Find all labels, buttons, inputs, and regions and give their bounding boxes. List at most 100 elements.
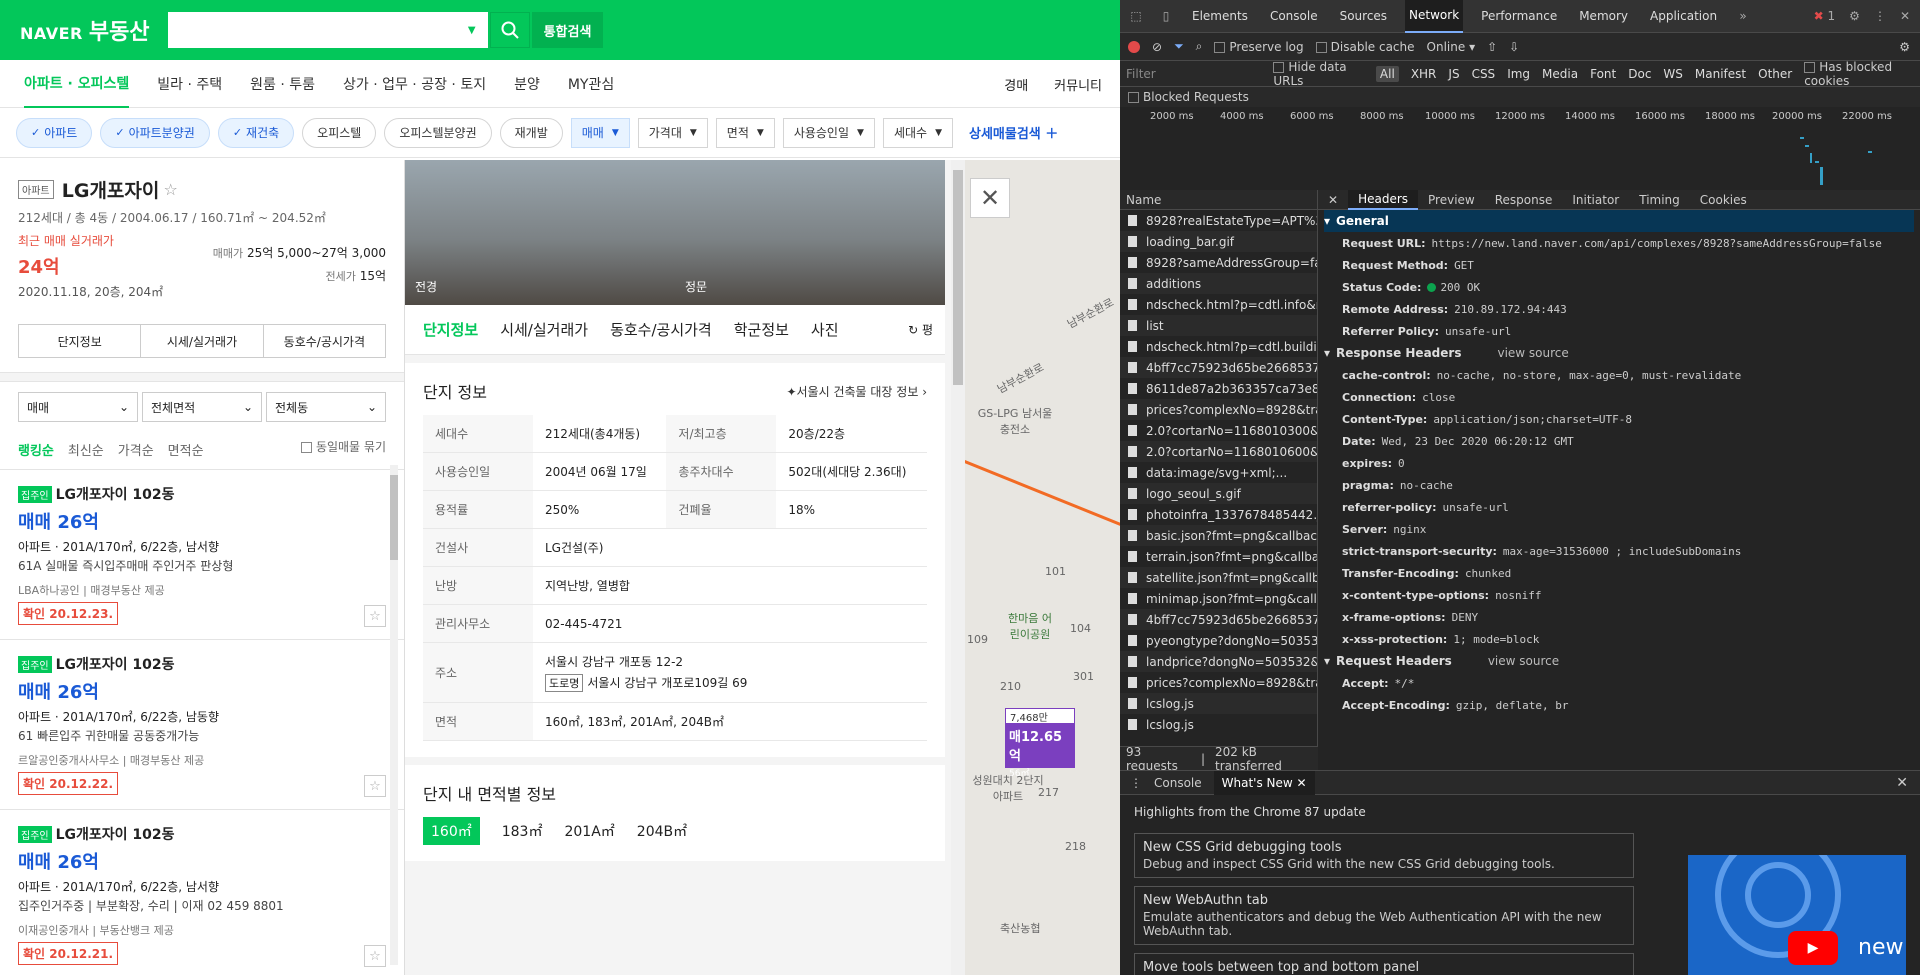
request-row[interactable]: satellite.json?fmt=png&callba: [1120, 567, 1317, 588]
request-row[interactable]: lcslog.js: [1120, 714, 1317, 735]
request-row[interactable]: pyeongtype?dongNo=503532: [1120, 630, 1317, 651]
type-filter-img[interactable]: Img: [1507, 67, 1530, 81]
tab-school[interactable]: 학군정보: [734, 319, 789, 340]
map-view[interactable]: ✕ 남부순환로 남부순환로 GS-LPG 남서울충전소 101 104 한마음 …: [965, 160, 1120, 975]
close-details-icon[interactable]: ✕: [1318, 190, 1348, 210]
site-logo[interactable]: NAVER 부동산: [20, 14, 150, 46]
type-filter-font[interactable]: Font: [1590, 67, 1616, 81]
request-row[interactable]: prices?complexNo=8928&tra: [1120, 672, 1317, 693]
favorite-star-icon[interactable]: ☆: [364, 605, 386, 627]
building-ledger-link[interactable]: ✦서울시 건축물 대장 정보 ›: [786, 383, 927, 400]
tab-cookies[interactable]: Cookies: [1690, 190, 1757, 210]
tab-network[interactable]: Network: [1405, 0, 1464, 33]
chip-apartment[interactable]: 아파트: [16, 117, 93, 148]
request-row[interactable]: 2.0?cortarNo=1168010600&z: [1120, 441, 1317, 462]
close-icon[interactable]: ✕: [970, 178, 1010, 218]
request-row[interactable]: 4bff7cc75923d65be26685378: [1120, 357, 1317, 378]
search-input[interactable]: ▼: [167, 12, 488, 48]
tab-initiator[interactable]: Initiator: [1562, 190, 1629, 210]
tab-console[interactable]: Console: [1266, 0, 1322, 33]
listing-scrollbar[interactable]: [390, 465, 398, 965]
search-icon[interactable]: ⌕: [1196, 39, 1203, 54]
chip-redevelop[interactable]: 재개발: [499, 117, 563, 148]
sort-price[interactable]: 가격순: [118, 440, 154, 459]
same-listing-toggle[interactable]: 동일매물 묶기: [300, 438, 386, 455]
select-trade[interactable]: 매매 ⌄: [18, 392, 138, 422]
filter-input[interactable]: Filter: [1126, 67, 1261, 81]
type-filter-doc[interactable]: Doc: [1628, 67, 1651, 81]
search-button[interactable]: [489, 12, 530, 48]
tab-apartment[interactable]: 아파트 · 오피스텔: [24, 60, 130, 108]
record-icon[interactable]: [1128, 40, 1140, 53]
network-timeline[interactable]: 2000 ms 4000 ms 6000 ms 8000 ms 10000 ms…: [1120, 107, 1920, 199]
request-row[interactable]: photoinfra_1337678485442.jpg: [1120, 504, 1317, 525]
tab-unit-price[interactable]: 동호수/공시가격: [610, 319, 712, 340]
tab-commercial[interactable]: 상가 · 업무 · 공장 · 토지: [343, 60, 486, 108]
detail-scrollbar[interactable]: [951, 160, 965, 975]
unit-price-button[interactable]: 동호수/공시가격: [264, 325, 385, 357]
type-filter-css[interactable]: CSS: [1472, 67, 1496, 81]
tab-pyeong[interactable]: ↻ 평: [908, 321, 933, 338]
community-link[interactable]: 커뮤니티: [1054, 75, 1102, 94]
tab-villa[interactable]: 빌라 · 주택: [157, 60, 222, 108]
request-row[interactable]: minimap.json?fmt=png&callb: [1120, 588, 1317, 609]
tab-application[interactable]: Application: [1646, 0, 1721, 33]
chip-apt-presale[interactable]: 아파트분양권: [100, 117, 210, 148]
favorite-star-icon[interactable]: ☆: [364, 775, 386, 797]
error-badge[interactable]: ✖ 1: [1814, 9, 1836, 23]
size-tab[interactable]: 160㎡: [423, 817, 480, 845]
scrollbar-thumb[interactable]: [953, 170, 963, 385]
request-row[interactable]: ndscheck.html?p=cdtl.buildin: [1120, 336, 1317, 357]
clear-icon[interactable]: ⊘: [1152, 40, 1162, 54]
whats-new-item[interactable]: New CSS Grid debugging tools Debug and in…: [1134, 833, 1634, 878]
kebab-menu-icon[interactable]: ⋮: [1874, 9, 1886, 23]
map-price-marker[interactable]: 7,468만 매12.65억 56㎡: [1005, 708, 1075, 779]
price-history-button[interactable]: 시세/실거래가: [141, 325, 264, 357]
device-toolbar-icon[interactable]: ▯: [1158, 8, 1174, 24]
star-icon[interactable]: ☆: [164, 180, 178, 199]
tab-timing[interactable]: Timing: [1629, 190, 1690, 210]
listing-item[interactable]: 집주인 LG개포자이 102동 매매 26억 아파트 · 201A/170㎡, 6…: [0, 810, 404, 975]
size-tab[interactable]: 201A㎡: [564, 821, 614, 841]
tab-complex-info[interactable]: 단지정보: [423, 319, 478, 340]
chevron-down-icon[interactable]: ▼: [468, 25, 476, 36]
request-row[interactable]: 2.0?cortarNo=1168010300&z: [1120, 420, 1317, 441]
disable-cache-checkbox[interactable]: Disable cache: [1315, 40, 1415, 54]
request-row[interactable]: terrain.json?fmt=png&callbac: [1120, 546, 1317, 567]
tab-elements[interactable]: Elements: [1188, 0, 1252, 33]
tab-my-interest[interactable]: MY관심: [568, 60, 614, 108]
tab-memory[interactable]: Memory: [1575, 0, 1632, 33]
has-blocked-cookies-checkbox[interactable]: Has blocked cookies: [1804, 60, 1920, 88]
tab-sources[interactable]: Sources: [1336, 0, 1391, 33]
drawer-menu-icon[interactable]: ⋮: [1130, 776, 1142, 790]
sort-latest[interactable]: 최신순: [68, 440, 104, 459]
request-row[interactable]: prices?complexNo=8928&tra: [1120, 399, 1317, 420]
type-filter-media[interactable]: Media: [1542, 67, 1578, 81]
chip-officetel-presale[interactable]: 오피스텔분양권: [384, 117, 492, 148]
detail-search-link[interactable]: 상세매물검색 ＋: [969, 123, 1058, 142]
type-filter-manifest[interactable]: Manifest: [1695, 67, 1746, 81]
inspect-icon[interactable]: ⬚: [1128, 8, 1144, 24]
request-row[interactable]: 8611de87a2b363357ca73e890: [1120, 378, 1317, 399]
integrated-search-button[interactable]: 통합검색: [531, 12, 604, 48]
tab-oneroom[interactable]: 원룸 · 투룸: [250, 60, 315, 108]
preserve-log-checkbox[interactable]: Preserve log: [1214, 40, 1304, 54]
request-row[interactable]: basic.json?fmt=png&callback: [1120, 525, 1317, 546]
hide-data-urls-checkbox[interactable]: Hide data URLs: [1273, 60, 1364, 88]
close-drawer-icon[interactable]: ✕: [1896, 775, 1908, 791]
scrollbar-thumb[interactable]: [390, 475, 398, 560]
blocked-requests-checkbox[interactable]: Blocked Requests: [1120, 87, 1920, 107]
whats-new-item[interactable]: Move tools between top and bottom panel: [1134, 953, 1634, 975]
request-row[interactable]: 8928?realEstateType=APT%3A: [1120, 210, 1317, 231]
complex-info-button[interactable]: 단지정보: [19, 325, 142, 357]
drawer-tab-console[interactable]: Console: [1154, 776, 1202, 790]
export-icon[interactable]: ⇩: [1509, 40, 1519, 54]
select-area[interactable]: 전체면적 ⌄: [142, 392, 262, 422]
request-row[interactable]: loading_bar.gif: [1120, 231, 1317, 252]
complex-photo[interactable]: 전경 정문: [405, 160, 945, 305]
chip-rebuild[interactable]: 재건축: [217, 117, 295, 148]
name-column-header[interactable]: Name: [1120, 190, 1317, 210]
select-dong[interactable]: 전체동 ⌄: [266, 392, 386, 422]
request-row[interactable]: landprice?dongNo=503532&c: [1120, 651, 1317, 672]
tab-preview[interactable]: Preview: [1418, 190, 1485, 210]
